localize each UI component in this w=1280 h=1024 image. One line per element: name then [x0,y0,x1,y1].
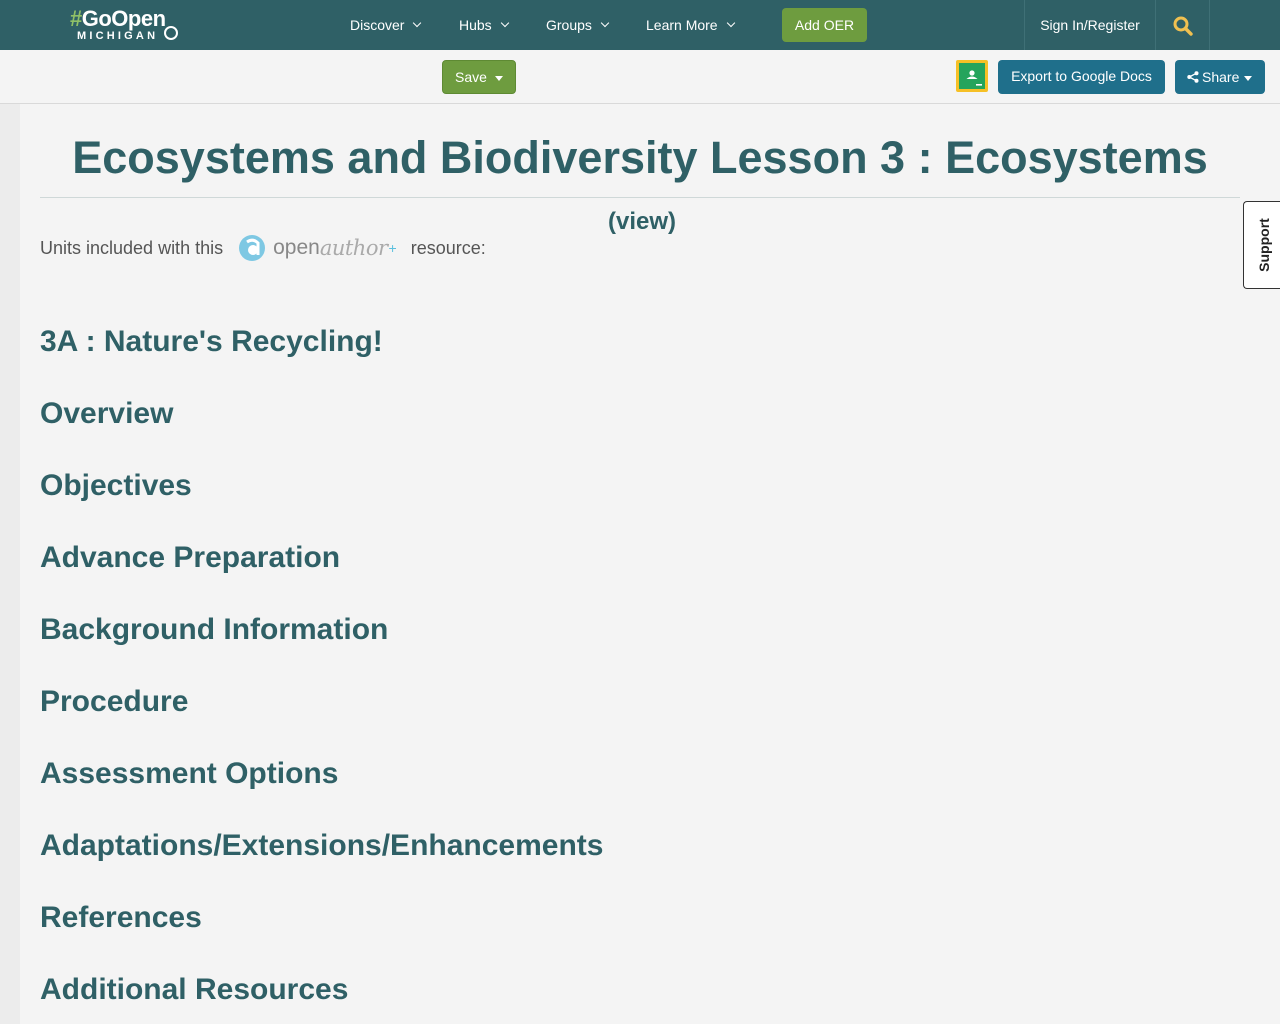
unit-heading-3a[interactable]: 3A : Nature's Recycling! [40,324,383,360]
search-icon [1173,16,1193,36]
openauthor-icon [239,235,266,261]
section-heading-advance-preparation[interactable]: Advance Preparation [40,540,340,576]
save-button[interactable]: Save [442,60,516,94]
chevron-down-icon [726,18,735,28]
google-classroom-icon [959,63,985,89]
google-classroom-share-button[interactable] [956,60,988,92]
section-heading-background-information[interactable]: Background Information [40,612,388,648]
section-heading-adaptations[interactable]: Adaptations/Extensions/Enhancements [40,828,603,864]
sign-in-register-link[interactable]: Sign In/Register [1025,0,1155,50]
page-title-row: Ecosystems and Biodiversity Lesson 3 : E… [40,130,1240,235]
caret-down-icon [1244,75,1253,81]
units-suffix-text: resource: [410,237,486,258]
nav-discover[interactable]: Discover [350,0,422,50]
nav-learn-more[interactable]: Learn More [646,0,735,50]
goopen-michigan-logo[interactable]: #GoOpen MICHIGAN [70,8,180,44]
units-prefix-text: Units included with this [40,237,224,258]
top-navbar: #GoOpen MICHIGAN Discover Hubs Groups Le… [0,0,1280,50]
section-heading-procedure[interactable]: Procedure [40,684,188,720]
resource-toolbar: Save Export to Google Docs Share [0,50,1280,104]
add-oer-button[interactable]: Add OER [782,8,867,42]
nav-hubs[interactable]: Hubs [459,0,509,50]
logo-subtitle: MICHIGAN [77,30,159,42]
search-button[interactable] [1156,0,1209,50]
export-google-docs-button[interactable]: Export to Google Docs [998,60,1165,94]
openauthor-logo: open author + [237,233,397,263]
left-gutter [0,104,20,1024]
nav-divider [1209,0,1210,50]
section-heading-objectives[interactable]: Objectives [40,468,192,504]
logo-ring-icon [164,26,178,40]
support-tab[interactable]: Support [1243,201,1280,289]
logo-wordmark: #GoOpen [70,6,166,31]
view-link[interactable]: (view) [608,208,676,235]
chevron-down-icon [413,18,422,28]
section-heading-additional-resources[interactable]: Additional Resources [40,972,348,1008]
chevron-down-icon [500,18,509,28]
share-icon [1187,71,1199,83]
section-heading-references[interactable]: References [40,900,202,936]
share-button[interactable]: Share [1175,60,1265,94]
nav-groups[interactable]: Groups [546,0,610,50]
caret-down-icon [494,75,503,81]
section-heading-overview[interactable]: Overview [40,396,173,432]
section-heading-assessment-options[interactable]: Assessment Options [40,756,338,792]
units-included-row: Units included with this open author + res… [40,230,486,266]
chevron-down-icon [600,18,610,28]
